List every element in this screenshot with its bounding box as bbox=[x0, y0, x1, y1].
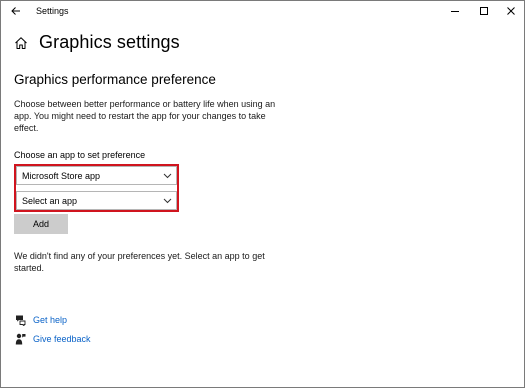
chevron-down-icon bbox=[163, 198, 172, 204]
arrow-left-icon bbox=[11, 7, 20, 15]
section-title: Graphics performance preference bbox=[14, 72, 216, 87]
get-help-label: Get help bbox=[33, 315, 68, 325]
home-icon[interactable] bbox=[14, 36, 28, 50]
minimize-icon bbox=[451, 11, 459, 12]
app-type-dropdown[interactable]: Microsoft Store app bbox=[16, 166, 177, 185]
settings-window: Settings Graphics settings Graphics perf… bbox=[0, 0, 525, 388]
close-button[interactable] bbox=[497, 1, 525, 21]
maximize-icon bbox=[480, 7, 488, 15]
chevron-down-icon bbox=[163, 173, 172, 179]
app-select-value: Select an app bbox=[22, 196, 78, 206]
app-type-value: Microsoft Store app bbox=[22, 171, 101, 181]
help-chat-icon bbox=[16, 315, 26, 326]
section-description: Choose between better performance or bat… bbox=[14, 99, 276, 133]
add-button[interactable]: Add bbox=[14, 214, 68, 234]
feedback-person-icon bbox=[15, 333, 26, 345]
minimize-button[interactable] bbox=[441, 1, 469, 21]
empty-preferences-message: We didn't find any of your preferences y… bbox=[14, 251, 265, 273]
close-icon bbox=[507, 7, 515, 15]
page-title: Graphics settings bbox=[39, 32, 180, 52]
give-feedback-label: Give feedback bbox=[33, 334, 91, 344]
title-bar: Settings bbox=[1, 1, 524, 23]
app-select-dropdown[interactable]: Select an app bbox=[16, 191, 177, 210]
choose-app-label: Choose an app to set preference bbox=[14, 150, 146, 160]
window-title: Settings bbox=[36, 6, 69, 16]
back-button[interactable] bbox=[7, 3, 25, 19]
maximize-button[interactable] bbox=[470, 1, 498, 21]
